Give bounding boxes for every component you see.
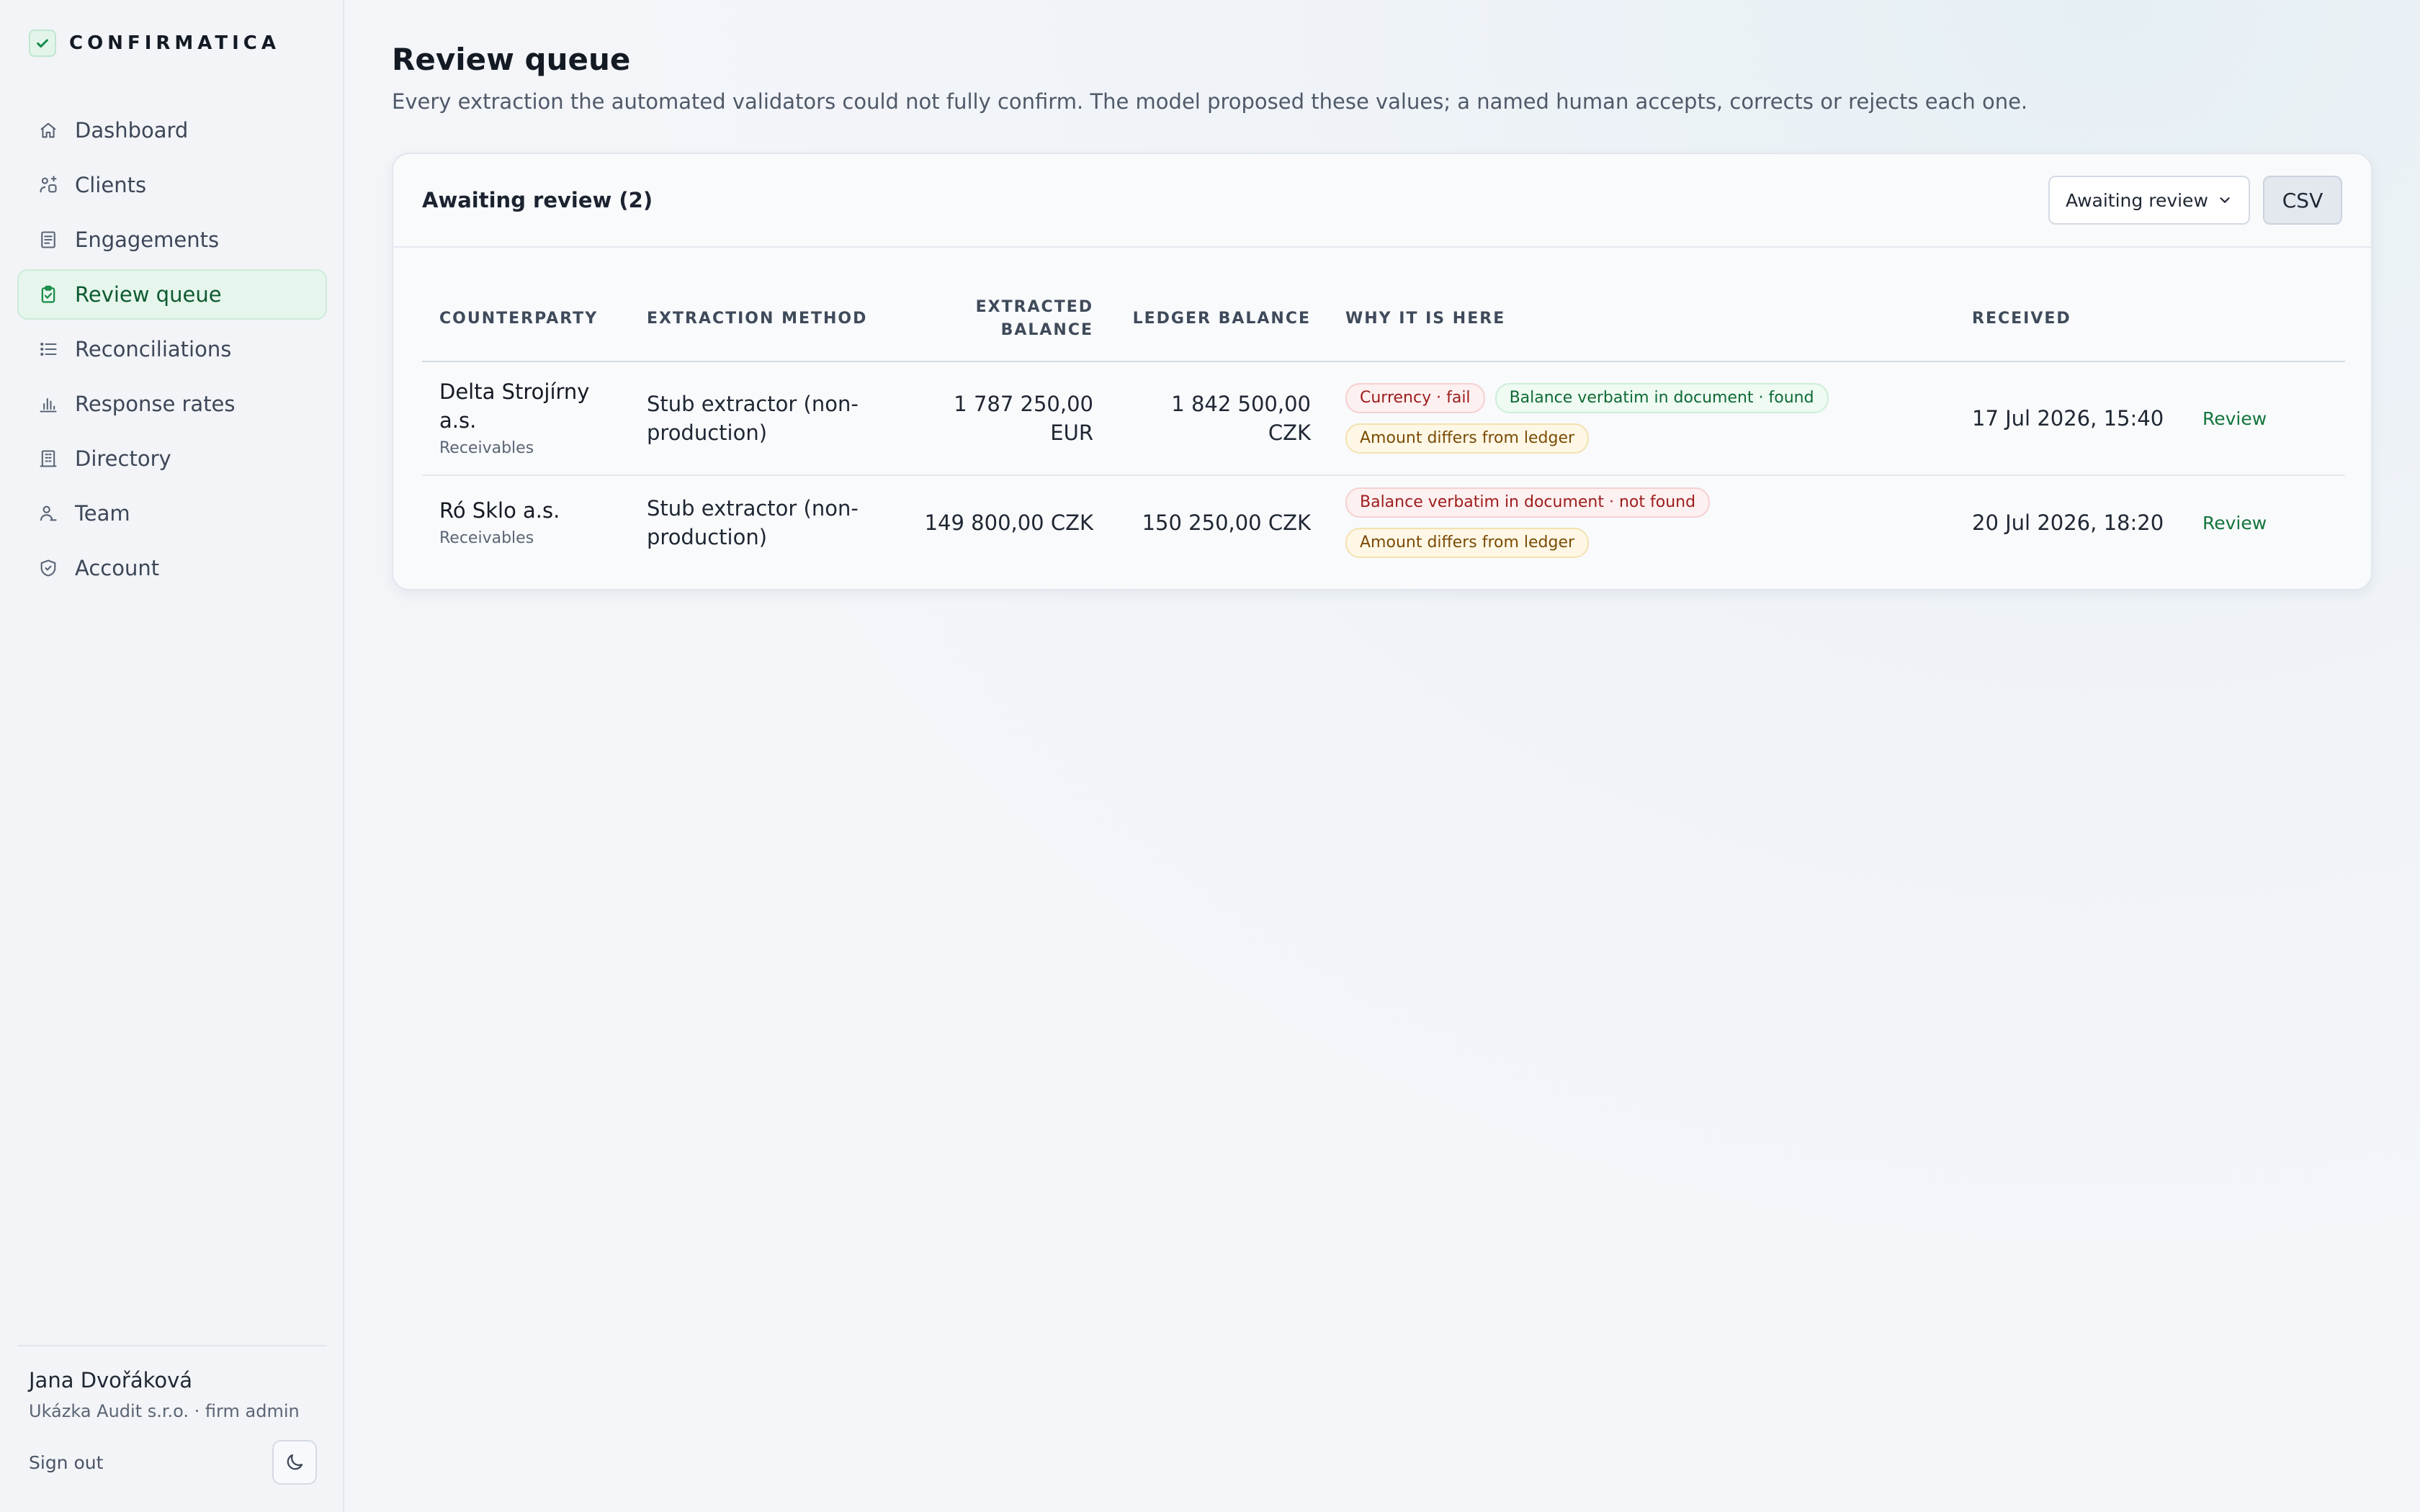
column-header-method[interactable]: EXTRACTION METHOD — [629, 276, 903, 362]
brand-name: CONFIRMATICA — [69, 32, 280, 54]
column-header-extracted-balance[interactable]: EXTRACTED BALANCE — [903, 276, 1111, 362]
moon-icon — [284, 1452, 305, 1473]
shield-icon — [37, 557, 59, 579]
status-filter-select[interactable]: Awaiting review — [2048, 176, 2250, 225]
sidebar-item-label: Account — [75, 556, 160, 580]
sidebar-item-label: Team — [75, 501, 130, 526]
status-badge: Amount differs from ledger — [1345, 527, 1590, 558]
review-table: COUNTERPARTY EXTRACTION METHOD EXTRACTED… — [422, 276, 2345, 569]
sidebar-item-label: Clients — [75, 173, 147, 197]
received-date: 20 Jul 2026, 18:20 — [1972, 510, 2164, 535]
team-icon — [37, 503, 59, 524]
ledger-balance: 1 842 500,00 CZK — [1111, 361, 1328, 476]
review-card: Awaiting review (2) Awaiting review CSV … — [392, 153, 2372, 590]
sidebar-item-reconciliations[interactable]: Reconciliations — [17, 324, 327, 374]
column-header-counterparty[interactable]: COUNTERPARTY — [422, 276, 629, 362]
column-header-action — [2185, 276, 2345, 362]
status-badge: Currency · fail — [1345, 383, 1485, 413]
sidebar-item-label: Dashboard — [75, 118, 189, 143]
confirmation-type: Receivables — [439, 439, 534, 457]
ledger-balance: 150 250,00 CZK — [1142, 510, 1311, 535]
sidebar-item-directory[interactable]: Directory — [17, 433, 327, 484]
extraction-method: Stub extractor (non-production) — [647, 495, 859, 549]
clipboard-check-icon — [37, 284, 59, 305]
counterparty-cell: Ró Sklo a.s. Receivables — [422, 475, 629, 569]
status-badge: Balance verbatim in document · not found — [1345, 487, 1711, 518]
building-icon — [37, 448, 59, 469]
sidebar-item-label: Reconciliations — [75, 337, 232, 361]
card-title: Awaiting review (2) — [422, 188, 653, 212]
received-date: 17 Jul 2026, 15:40 — [1955, 361, 2185, 476]
sidebar: CONFIRMATICA Dashboard Clients Engagemen… — [0, 0, 344, 1512]
sidebar-item-account[interactable]: Account — [17, 543, 327, 593]
user-org: Ukázka Audit s.r.o. · firm admin — [29, 1401, 300, 1421]
sidebar-item-review-queue[interactable]: Review queue — [17, 269, 327, 320]
card-header: Awaiting review (2) Awaiting review CSV — [393, 154, 2371, 248]
theme-toggle-button[interactable] — [272, 1440, 317, 1485]
counterparty-name: Ró Sklo a.s. — [439, 498, 560, 523]
confirmation-type: Receivables — [439, 528, 534, 547]
main-content: Review queue Every extraction the automa… — [344, 0, 2420, 1512]
review-link[interactable]: Review — [2202, 408, 2267, 429]
sidebar-item-response-rates[interactable]: Response rates — [17, 379, 327, 429]
table-row[interactable]: Delta Strojírny a.s. Receivables Stub ext… — [422, 361, 2345, 476]
column-header-why[interactable]: WHY IT IS HERE — [1328, 276, 1955, 362]
brand[interactable]: CONFIRMATICA — [29, 29, 280, 58]
counterparty-cell: Delta Strojírny a.s. Receivables — [422, 361, 629, 476]
sign-out-link[interactable]: Sign out — [29, 1452, 103, 1473]
sidebar-item-clients[interactable]: Clients — [17, 160, 327, 210]
review-link[interactable]: Review — [2202, 513, 2267, 534]
check-icon — [29, 30, 56, 57]
extracted-balance: 149 800,00 CZK — [924, 510, 1093, 535]
page-subtitle: Every extraction the automated validator… — [392, 89, 2028, 114]
table-header-row: COUNTERPARTY EXTRACTION METHOD EXTRACTED… — [422, 276, 2345, 362]
sidebar-item-label: Review queue — [75, 282, 222, 307]
home-icon — [37, 120, 59, 141]
reasons-cell: Balance verbatim in document · not found… — [1328, 475, 1955, 569]
page-title: Review queue — [392, 42, 631, 77]
document-icon — [37, 229, 59, 251]
sidebar-nav: Dashboard Clients Engagements Review que… — [17, 105, 327, 598]
column-header-received[interactable]: RECEIVED — [1955, 276, 2185, 362]
bar-chart-icon — [37, 393, 59, 415]
sidebar-item-dashboard[interactable]: Dashboard — [17, 105, 327, 156]
sidebar-item-label: Response rates — [75, 392, 236, 416]
extracted-balance: 1 787 250,00 EUR — [903, 361, 1111, 476]
chevron-down-icon — [2217, 192, 2233, 208]
table-row[interactable]: Ró Sklo a.s. Receivables Stub extractor … — [422, 475, 2345, 569]
status-badge: Amount differs from ledger — [1345, 423, 1590, 454]
status-filter-value: Awaiting review — [2066, 189, 2208, 211]
status-badge: Balance verbatim in document · found — [1494, 383, 1829, 413]
column-header-ledger-balance[interactable]: LEDGER BALANCE — [1111, 276, 1328, 362]
sidebar-item-label: Directory — [75, 446, 171, 471]
reasons-cell: Currency · fail Balance verbatim in docu… — [1328, 361, 1955, 476]
users-icon — [37, 174, 59, 196]
sidebar-item-engagements[interactable]: Engagements — [17, 215, 327, 265]
user-name: Jana Dvořáková — [29, 1368, 193, 1392]
sidebar-item-label: Engagements — [75, 228, 220, 252]
sidebar-item-team[interactable]: Team — [17, 488, 327, 539]
counterparty-name: Delta Strojírny a.s. — [439, 379, 590, 433]
list-icon — [37, 338, 59, 360]
user-panel: Jana Dvořáková Ukázka Audit s.r.o. · fir… — [17, 1345, 327, 1485]
csv-export-button[interactable]: CSV — [2263, 176, 2342, 225]
extraction-method: Stub extractor (non-production) — [629, 361, 903, 476]
